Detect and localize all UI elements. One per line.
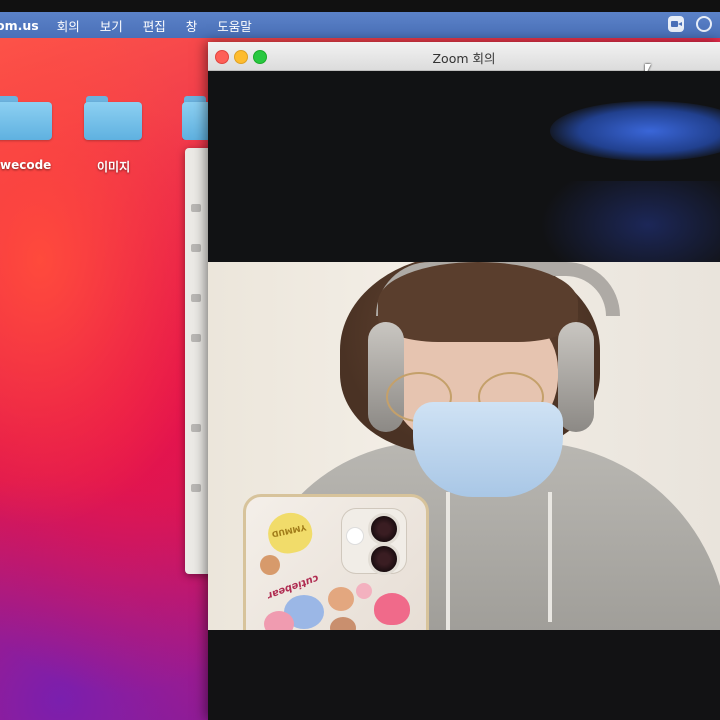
- video-lower-area: [208, 630, 720, 720]
- headphone-right: [558, 322, 594, 432]
- camera-module: [342, 509, 406, 575]
- screen-bezel: [0, 0, 720, 12]
- menu-window[interactable]: 창: [186, 16, 198, 35]
- camera-lens: [368, 513, 400, 545]
- folder-label-wecode[interactable]: wecode: [0, 158, 51, 172]
- participant-video[interactable]: YMMUD cutiebear: [208, 262, 720, 630]
- pink-heart-sticker: [374, 593, 410, 625]
- window-title: Zoom 회의: [432, 51, 496, 66]
- face-mask: [413, 402, 563, 497]
- heart-sticker: YMMUD: [264, 508, 316, 558]
- menu-bar: om.us 회의 보기 편집 창 도움말: [0, 12, 720, 38]
- video-camera-icon[interactable]: [668, 16, 684, 32]
- bangs: [378, 262, 578, 342]
- screen-share-icon[interactable]: [696, 16, 712, 32]
- folder-icon[interactable]: [84, 96, 142, 140]
- folder-label-images[interactable]: 이미지: [97, 158, 130, 175]
- window-titlebar[interactable]: Zoom 회의: [208, 42, 720, 71]
- menu-meeting[interactable]: 회의: [57, 16, 80, 35]
- menu-edit[interactable]: 편집: [143, 16, 166, 35]
- video-upper-area: [208, 71, 720, 262]
- zoom-meeting-window[interactable]: Zoom 회의 YMMUD cutiebear: [208, 42, 720, 720]
- app-menu[interactable]: om.us: [0, 18, 39, 33]
- folder-icon[interactable]: [182, 96, 208, 140]
- folder-icon[interactable]: [0, 96, 52, 140]
- phone: YMMUD cutiebear: [243, 494, 429, 630]
- camera-lens: [368, 543, 400, 575]
- heart-sticker-text: YMMUD: [270, 522, 307, 539]
- menu-help[interactable]: 도움말: [217, 16, 252, 35]
- menu-view[interactable]: 보기: [100, 16, 123, 35]
